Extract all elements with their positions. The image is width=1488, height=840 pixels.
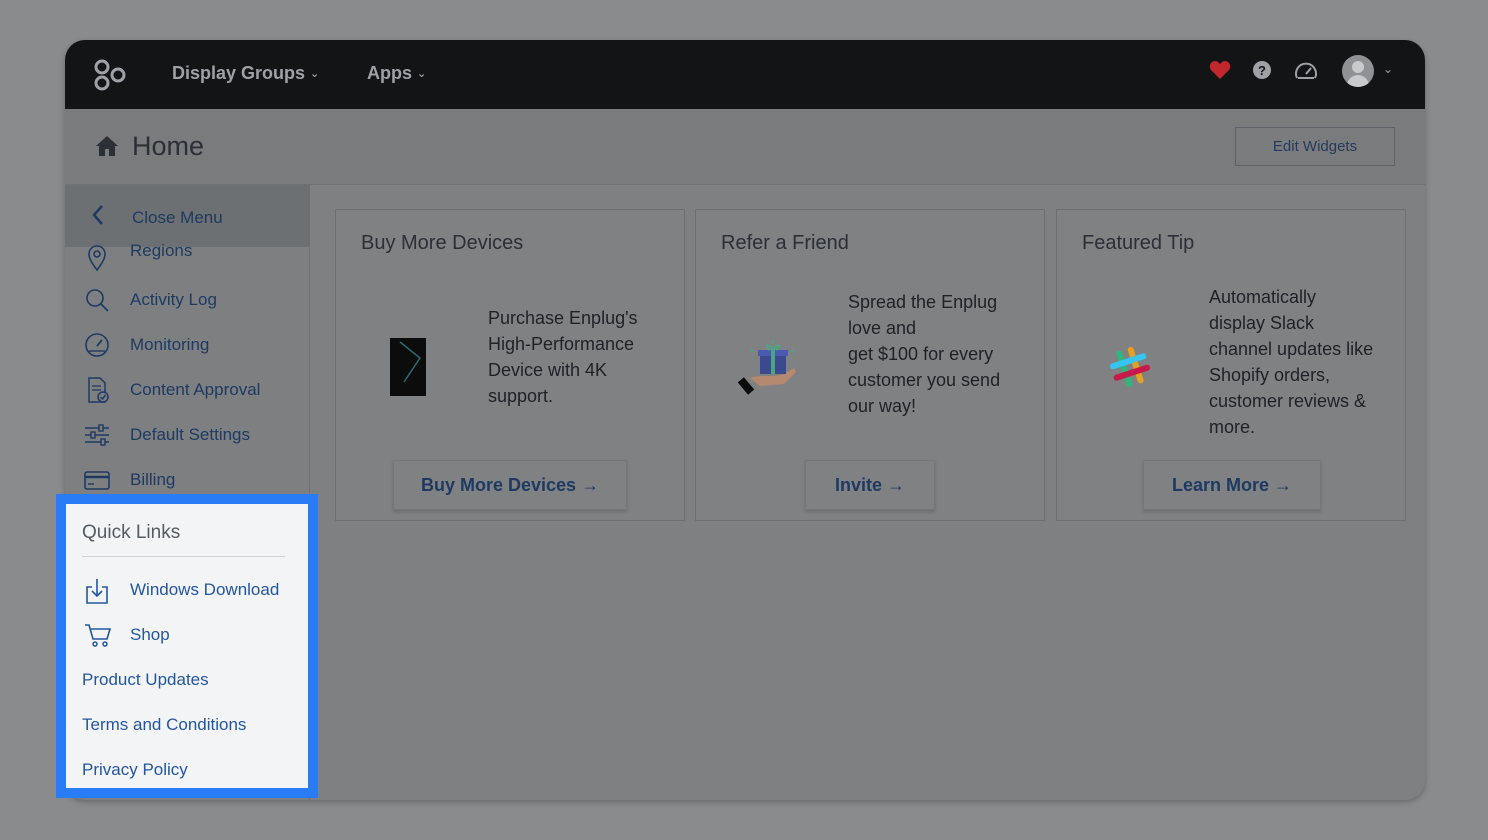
widget-description: Automatically display Slack channel update… — [1209, 287, 1374, 437]
quick-links-title: Quick Links — [82, 522, 181, 543]
sidebar-item-monitoring[interactable]: Monitoring — [65, 325, 310, 365]
close-menu-label: Close Menu — [132, 208, 223, 227]
quick-link-privacy-policy[interactable]: Privacy Policy — [82, 760, 188, 780]
cart-icon — [85, 624, 112, 647]
chevron-down-icon: ⌄ — [310, 68, 320, 80]
quick-link-shop[interactable]: Shop — [130, 625, 170, 645]
sidebar-item-label: Default Settings — [130, 425, 251, 444]
sidebar-item-activity-log[interactable]: Activity Log — [65, 280, 310, 320]
dashboard-gauge-icon[interactable] — [1294, 60, 1318, 82]
learn-more-button[interactable]: Learn More → — [1143, 460, 1321, 510]
widget-title: Buy More Devices — [361, 232, 524, 254]
device-icon — [390, 338, 426, 396]
home-icon — [96, 136, 118, 156]
sliders-icon — [85, 424, 109, 446]
chevron-left-icon — [92, 205, 103, 225]
widget-featured-tip: Featured Tip Automatically display Slack c… — [1056, 209, 1406, 521]
gauge-icon — [85, 333, 109, 357]
enplug-logo-icon[interactable] — [93, 58, 127, 92]
nav-display-groups-label: Display Groups — [172, 63, 306, 83]
nav-apps[interactable]: Apps ⌄ — [367, 63, 426, 84]
quick-link-windows-download[interactable]: Windows Download — [130, 580, 279, 600]
slack-icon — [1109, 346, 1151, 388]
quick-link-product-updates[interactable]: Product Updates — [82, 670, 209, 690]
widget-refer-a-friend: Refer a Friend Spread the Enplug love and… — [695, 209, 1045, 521]
svg-text:?: ? — [1258, 63, 1266, 78]
nav-display-groups[interactable]: Display Groups ⌄ — [172, 63, 319, 84]
avatar[interactable] — [1342, 55, 1374, 87]
search-icon — [86, 289, 109, 312]
sidebar-item-label: Monitoring — [130, 335, 210, 354]
sidebar-item-label: Regions — [130, 241, 193, 260]
credit-card-icon — [84, 471, 110, 490]
sidebar-item-label: Billing — [130, 470, 176, 489]
widget-title: Refer a Friend — [721, 232, 849, 254]
help-icon[interactable]: ? — [1252, 60, 1272, 80]
heart-icon[interactable] — [1209, 60, 1231, 80]
download-icon — [86, 579, 108, 604]
chevron-down-icon: ⌄ — [417, 68, 427, 80]
top-navigation-bar: Display Groups ⌄ Apps ⌄ ? ⌄ — [65, 40, 1425, 109]
chevron-down-icon[interactable]: ⌄ — [1383, 62, 1393, 76]
sidebar-item-content-approval[interactable]: Content Approval — [65, 370, 310, 410]
widget-description: Spread the Enplug love and get $100 for ev… — [848, 292, 1001, 416]
page-title: Home — [132, 131, 205, 161]
dashboard-widgets: Buy More Devices Purchase Enplug's High-P… — [311, 185, 1425, 800]
divider — [82, 556, 285, 557]
edit-widgets-button[interactable]: Edit Widgets — [1235, 127, 1395, 166]
quick-link-terms-and-conditions[interactable]: Terms and Conditions — [82, 715, 246, 735]
buy-more-devices-button[interactable]: Buy More Devices → — [393, 460, 627, 510]
sidebar-item-label: Activity Log — [130, 290, 217, 309]
widget-buy-more-devices: Buy More Devices Purchase Enplug's High-P… — [335, 209, 685, 521]
document-check-icon — [88, 377, 109, 403]
widget-description: Purchase Enplug's High-Performance Device … — [488, 308, 638, 406]
quick-links-panel: Quick Links Windows Download Shop Produc… — [56, 494, 318, 798]
nav-apps-label: Apps — [367, 63, 412, 83]
page-header: Home Edit Widgets — [65, 109, 1425, 185]
map-pin-icon — [88, 245, 106, 272]
gift-icon — [738, 340, 796, 395]
sidebar-item-label: Content Approval — [130, 380, 261, 399]
sidebar-item-default-settings[interactable]: Default Settings — [65, 415, 310, 455]
sidebar-item-regions[interactable]: Regions — [65, 238, 310, 278]
invite-button[interactable]: Invite → — [805, 460, 935, 510]
widget-title: Featured Tip — [1082, 232, 1195, 254]
